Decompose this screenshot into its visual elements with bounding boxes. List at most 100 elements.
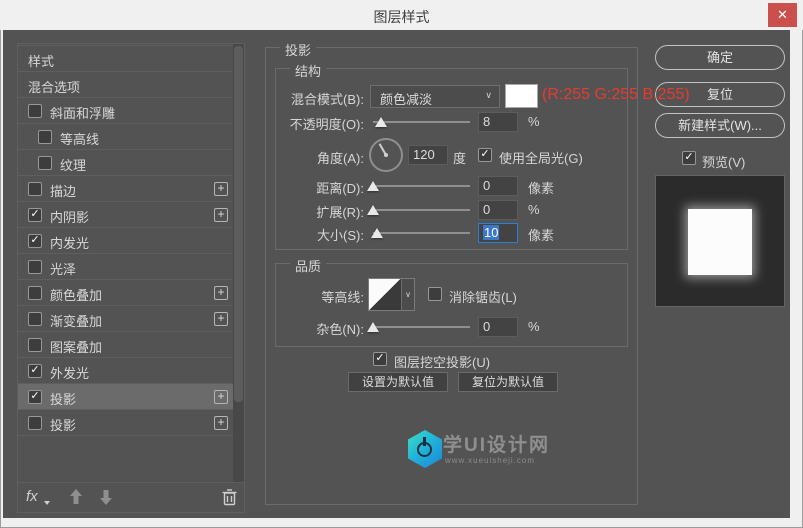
noise-slider[interactable]	[373, 321, 470, 333]
add-effect-icon[interactable]: +	[214, 312, 228, 326]
contour-picker[interactable]: ∨	[368, 278, 415, 311]
preview-thumbnail	[688, 209, 752, 275]
effect-enabled-checkbox[interactable]	[28, 260, 42, 274]
sidebar-item[interactable]: 纹理	[18, 150, 233, 176]
slider-track	[373, 121, 470, 123]
sidebar-item-label: 图案叠加	[50, 337, 102, 356]
scrollbar-thumb[interactable]	[234, 46, 243, 402]
power-icon-bar	[423, 437, 426, 446]
angle-input[interactable]: 120	[408, 145, 448, 165]
sidebar-item[interactable]: 渐变叠加+	[18, 306, 233, 332]
distance-slider[interactable]	[373, 180, 470, 192]
size-slider[interactable]	[373, 227, 470, 239]
sidebar-item[interactable]: 样式	[18, 46, 233, 72]
chevron-down-icon: ∨	[485, 90, 492, 101]
sidebar-item-label: 斜面和浮雕	[50, 103, 115, 122]
sidebar-item[interactable]: 图案叠加	[18, 332, 233, 358]
blend-mode-value: 颜色减淡	[380, 89, 432, 108]
sidebar-item[interactable]: 等高线	[18, 124, 233, 150]
opacity-slider[interactable]	[373, 116, 470, 128]
add-effect-icon[interactable]: +	[214, 182, 228, 196]
add-effect-icon[interactable]: +	[214, 390, 228, 404]
reset-default-button[interactable]: 复位为默认值	[458, 372, 558, 392]
size-unit: 像素	[528, 225, 554, 244]
spread-label: 扩展(R):	[245, 202, 364, 221]
effect-enabled-checkbox[interactable]	[28, 312, 42, 326]
sidebar-item[interactable]: 描边+	[18, 176, 233, 202]
close-button[interactable]: ✕	[768, 3, 797, 27]
effect-enabled-checkbox[interactable]: ✓	[28, 390, 42, 404]
sidebar-item[interactable]: ✓内阴影+	[18, 202, 233, 228]
layer-style-dialog: 图层样式 ✕ 样式混合选项斜面和浮雕等高线纹理描边+✓内阴影+✓内发光光泽颜色叠…	[0, 0, 803, 528]
slider-track	[373, 326, 470, 328]
structure-group-title: 结构	[290, 61, 326, 80]
sidebar-item[interactable]: 混合选项	[18, 72, 233, 98]
rgb-annotation: (R:255 G:255 B:255)	[542, 86, 690, 104]
effect-enabled-checkbox[interactable]	[38, 130, 52, 144]
slider-track	[373, 209, 470, 211]
distance-input[interactable]: 0	[478, 176, 518, 196]
slider-thumb[interactable]	[367, 181, 379, 191]
watermark-url: www.xueuisheji.com	[445, 456, 535, 465]
sidebar-item[interactable]: ✓ 内发光	[18, 228, 233, 254]
effect-enabled-checkbox[interactable]	[28, 416, 42, 430]
opacity-input[interactable]: 8	[478, 112, 518, 132]
chevron-down-icon[interactable]: ∨	[401, 279, 414, 310]
add-effect-icon[interactable]: +	[214, 208, 228, 222]
contour-label: 等高线:	[245, 287, 364, 306]
slider-thumb[interactable]	[375, 117, 387, 127]
distance-unit: 像素	[528, 178, 554, 197]
sidebar-item[interactable]: 颜色叠加 +	[18, 280, 233, 306]
delete-effect-button[interactable]	[222, 489, 237, 506]
spread-input[interactable]: 0	[478, 200, 518, 220]
effect-enabled-checkbox[interactable]	[38, 156, 52, 170]
set-default-button[interactable]: 设置为默认值	[348, 372, 448, 392]
preview-label: 预览(V)	[702, 152, 745, 171]
new-style-button[interactable]: 新建样式(W)...	[655, 113, 785, 138]
sidebar-item[interactable]: ✓外发光	[18, 358, 233, 384]
preview-checkbox[interactable]: ✓	[682, 151, 696, 165]
dialog-title: 图层样式	[0, 7, 803, 27]
angle-dial[interactable]	[369, 138, 403, 172]
blend-mode-select[interactable]: 颜色减淡 ∨	[370, 85, 500, 108]
effect-enabled-checkbox[interactable]: ✓	[28, 364, 42, 378]
sidebar-item[interactable]: 斜面和浮雕	[18, 98, 233, 124]
noise-label: 杂色(N):	[245, 319, 364, 338]
sidebar-item[interactable]: ✓ 投影 +	[18, 384, 233, 410]
move-up-button[interactable]	[68, 488, 84, 506]
slider-thumb[interactable]	[367, 205, 379, 215]
fx-menu-button[interactable]: fx	[26, 488, 38, 505]
global-light-checkbox[interactable]: ✓	[478, 148, 492, 162]
effect-enabled-checkbox[interactable]: ✓	[28, 234, 42, 248]
effect-enabled-checkbox[interactable]	[28, 338, 42, 352]
spread-slider[interactable]	[373, 204, 470, 216]
add-effect-icon[interactable]: +	[214, 286, 228, 300]
sidebar-item-label: 内发光	[50, 233, 89, 252]
noise-input[interactable]: 0	[478, 317, 518, 337]
sidebar-item-label: 颜色叠加	[50, 285, 102, 304]
slider-thumb[interactable]	[367, 322, 379, 332]
sidebar-item-label: 投影	[50, 415, 76, 434]
ok-button[interactable]: 确定	[655, 45, 785, 70]
shadow-color-swatch[interactable]	[505, 84, 538, 108]
angle-hub	[384, 153, 388, 157]
styles-list: 样式混合选项斜面和浮雕等高线纹理描边+✓内阴影+✓内发光光泽颜色叠加+渐变叠加+…	[18, 45, 233, 436]
sidebar-item-label: 投影	[50, 389, 76, 408]
effect-enabled-checkbox[interactable]	[28, 182, 42, 196]
effect-enabled-checkbox[interactable]	[28, 104, 42, 118]
sidebar-item[interactable]: 投影 +	[18, 410, 233, 436]
slider-thumb[interactable]	[371, 228, 383, 238]
move-down-button[interactable]	[98, 488, 114, 506]
antialias-checkbox[interactable]	[428, 287, 442, 301]
effect-enabled-checkbox[interactable]	[28, 286, 42, 300]
sidebar-scrollbar[interactable]	[233, 44, 244, 482]
sidebar-item-label: 样式	[28, 51, 54, 70]
preview-panel	[655, 175, 785, 307]
knockout-checkbox[interactable]: ✓	[373, 352, 387, 366]
add-effect-icon[interactable]: +	[214, 416, 228, 430]
effect-enabled-checkbox[interactable]: ✓	[28, 208, 42, 222]
panel-title: 投影	[280, 40, 316, 59]
size-input[interactable]: 10	[478, 223, 518, 243]
watermark-name: 学UI设计网	[443, 430, 550, 457]
sidebar-item[interactable]: 光泽	[18, 254, 233, 280]
